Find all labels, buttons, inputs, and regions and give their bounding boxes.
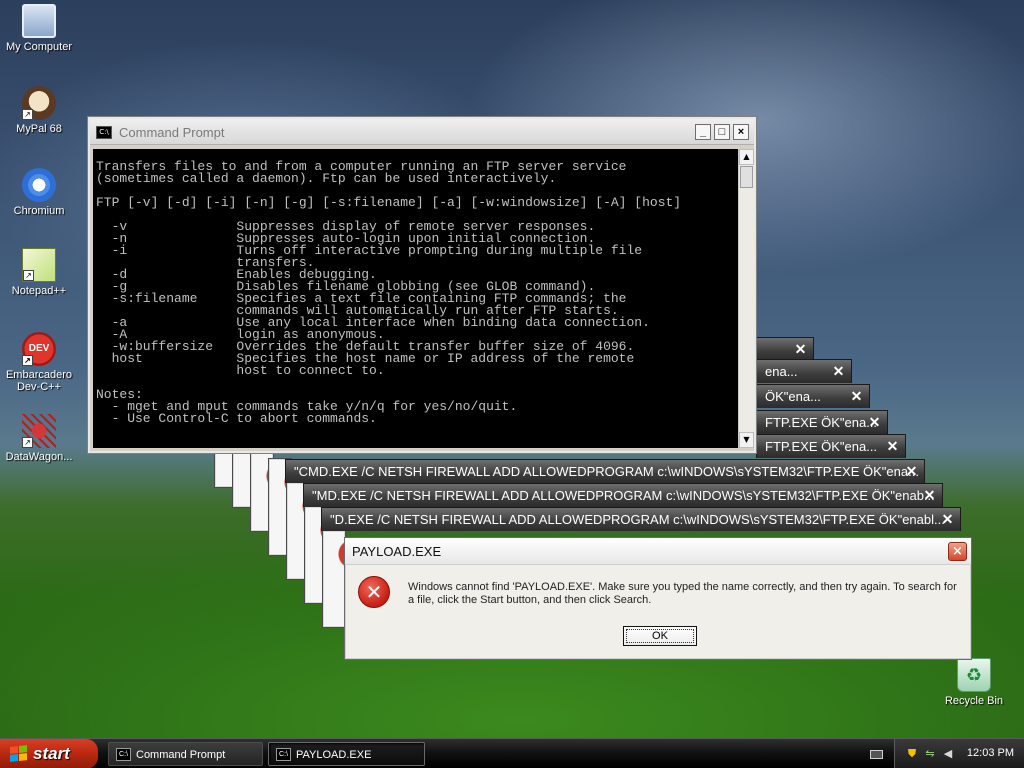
mypal-icon: ↗ xyxy=(22,86,56,120)
close-icon[interactable]: ✕ xyxy=(792,341,809,358)
error-icon: ✕ xyxy=(358,576,390,608)
cascade-window-title: ÖK"ena... xyxy=(765,389,821,404)
desktop-icon-label: Notepad++ xyxy=(11,285,67,297)
command-prompt-titlebar[interactable]: C:\ Command Prompt _ □ × xyxy=(90,119,754,145)
cascade-window-title: "MD.EXE /C NETSH FIREWALL ADD ALLOWEDPRO… xyxy=(312,488,935,503)
desktop-icon-label: MyPal 68 xyxy=(16,123,62,135)
close-button[interactable]: × xyxy=(948,542,967,561)
minimize-button[interactable]: _ xyxy=(695,124,711,140)
ok-button[interactable]: OK xyxy=(623,626,697,646)
cascade-window-body xyxy=(322,530,353,628)
cascade-window-titlebar[interactable]: FTP.EXE ÖK"ena... ✕ xyxy=(756,434,906,458)
cascade-window-titlebar[interactable]: ✕ xyxy=(756,337,814,361)
taskbar: start C:\ Command Prompt C:\ PAYLOAD.EXE… xyxy=(0,738,1024,768)
console-icon: C:\ xyxy=(116,748,131,761)
taskbar-button-command-prompt[interactable]: C:\ Command Prompt xyxy=(108,742,263,766)
cascade-window-title: "D.EXE /C NETSH FIREWALL ADD ALLOWEDPROG… xyxy=(330,512,945,527)
console-output[interactable]: Transfers files to and from a computer r… xyxy=(93,149,738,448)
start-button[interactable]: start xyxy=(0,739,98,768)
close-button[interactable]: × xyxy=(733,124,749,140)
recycle-bin-icon: ♻ xyxy=(957,658,991,692)
scroll-up-icon[interactable]: ▲ xyxy=(739,149,754,165)
desktop-icon-label: My Computer xyxy=(5,41,73,53)
cascade-window-titlebar[interactable]: ÖK"ena... ✕ xyxy=(756,384,870,408)
desktop-icon-recycle-bin[interactable]: ♻ Recycle Bin xyxy=(935,658,1013,707)
datawagon-icon: ↗ xyxy=(22,414,56,448)
taskbar-button-label: Command Prompt xyxy=(136,749,226,761)
start-label: start xyxy=(33,744,70,763)
computer-icon xyxy=(22,4,56,38)
close-icon[interactable]: ✕ xyxy=(866,414,883,431)
cascade-window-titlebar[interactable]: ena... ✕ xyxy=(756,359,852,383)
close-icon[interactable]: ✕ xyxy=(884,438,901,455)
close-icon[interactable]: ✕ xyxy=(848,388,865,405)
desktop-icon-devcpp[interactable]: DEV ↗ Embarcadero Dev-C++ xyxy=(0,332,78,393)
notepadpp-icon: ↗ xyxy=(22,248,56,282)
cascade-window-title: "CMD.EXE /C NETSH FIREWALL ADD ALLOWEDPR… xyxy=(294,464,919,479)
cascade-window-titlebar[interactable]: "D.EXE /C NETSH FIREWALL ADD ALLOWEDPROG… xyxy=(321,507,961,531)
console-scrollbar[interactable]: ▲ ▼ xyxy=(738,149,754,448)
desktop-icon-label: Embarcadero Dev-C++ xyxy=(5,369,73,393)
close-icon[interactable]: ✕ xyxy=(939,511,956,528)
desktop-icon-label: Recycle Bin xyxy=(944,695,1004,707)
scroll-thumb[interactable] xyxy=(740,166,753,188)
taskbar-button-label: PAYLOAD.EXE xyxy=(296,749,372,761)
maximize-button[interactable]: □ xyxy=(714,124,730,140)
security-shield-icon[interactable]: ⛊ xyxy=(905,747,919,761)
close-icon[interactable]: ✕ xyxy=(921,487,938,504)
desktop-icon-chromium[interactable]: Chromium xyxy=(0,168,78,217)
clock[interactable]: 12:03 PM xyxy=(967,747,1014,759)
cascade-window-title: ena... xyxy=(765,364,798,379)
desktop-icon-datawagon[interactable]: ↗ DataWagon... xyxy=(0,414,78,463)
devcpp-icon: DEV ↗ xyxy=(22,332,56,366)
close-icon[interactable]: ✕ xyxy=(903,463,920,480)
volume-icon[interactable]: ◀ xyxy=(941,747,955,761)
error-message: Windows cannot find 'PAYLOAD.EXE'. Make … xyxy=(408,581,957,606)
network-icon[interactable]: ⇋ xyxy=(923,747,937,761)
keyboard-icon[interactable] xyxy=(870,750,883,759)
cascade-window-titlebar[interactable]: "MD.EXE /C NETSH FIREWALL ADD ALLOWEDPRO… xyxy=(303,483,943,507)
cascade-window-title: FTP.EXE ÖK"ena... xyxy=(765,439,878,454)
desktop-icon-my-computer[interactable]: My Computer xyxy=(0,4,78,53)
command-prompt-window[interactable]: C:\ Command Prompt _ □ × Transfers files… xyxy=(88,117,756,453)
chromium-icon xyxy=(22,168,56,202)
desktop-icon-mypal[interactable]: ↗ MyPal 68 xyxy=(0,86,78,135)
payload-error-dialog[interactable]: PAYLOAD.EXE × ✕ Windows cannot find 'PAY… xyxy=(344,537,972,660)
desktop-icon-label: DataWagon... xyxy=(5,451,73,463)
payload-dialog-title: PAYLOAD.EXE xyxy=(352,544,442,559)
cascade-window-titlebar[interactable]: "CMD.EXE /C NETSH FIREWALL ADD ALLOWEDPR… xyxy=(285,459,925,483)
scroll-down-icon[interactable]: ▼ xyxy=(739,432,754,448)
command-prompt-title: Command Prompt xyxy=(119,125,225,140)
desktop-icon-notepadpp[interactable]: ↗ Notepad++ xyxy=(0,248,78,297)
taskbar-button-payload[interactable]: C:\ PAYLOAD.EXE xyxy=(268,742,425,766)
close-icon[interactable]: ✕ xyxy=(830,363,847,380)
cascade-window-titlebar[interactable]: FTP.EXE ÖK"ena... ✕ xyxy=(756,410,888,434)
cascade-window-title: FTP.EXE ÖK"ena... xyxy=(765,415,878,430)
console-icon: C:\ xyxy=(276,748,291,761)
console-icon: C:\ xyxy=(96,126,112,139)
system-tray: ⛊ ⇋ ◀ 12:03 PM xyxy=(894,739,1024,768)
desktop-icon-label: Chromium xyxy=(13,205,65,217)
payload-dialog-titlebar[interactable]: PAYLOAD.EXE × xyxy=(345,538,971,565)
windows-flag-icon xyxy=(10,745,27,762)
